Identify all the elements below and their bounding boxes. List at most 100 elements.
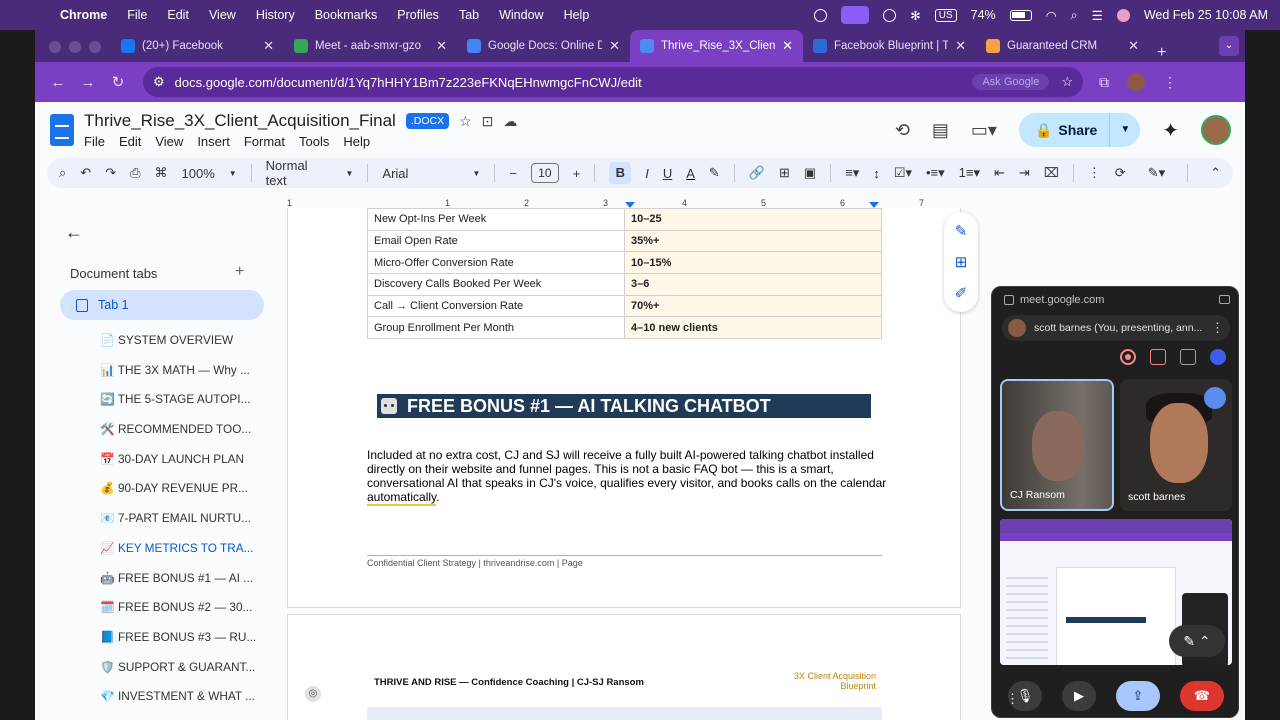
docs-menu-format[interactable]: Format [244,134,285,149]
ruler[interactable]: 1 1 2 3 4 5 6 7 [287,198,961,208]
outline-item[interactable]: 🗓️ FREE BONUS #2 — 30... [100,593,275,623]
docs-menu-help[interactable]: Help [343,134,370,149]
menu-tab[interactable]: Tab [459,8,479,22]
version-history-icon[interactable]: ⟲ [895,120,910,141]
table-row[interactable]: Micro-Offer Conversion Rate 10–15% [367,251,882,275]
comments-icon[interactable]: ▤ [932,120,949,141]
outline-item[interactable]: 📄 SYSTEM OVERVIEW [100,326,275,356]
presenting-banner[interactable]: scott barnes (You, presenting, ann... ⋮ [1002,315,1230,341]
close-tab-icon[interactable]: ✕ [436,38,447,54]
outline-item[interactable]: 🛠️ RECOMMENDED TOO... [100,415,275,445]
menu-view[interactable]: View [209,8,236,22]
gemini-notes-icon[interactable] [1210,349,1226,365]
control-center-icon[interactable]: ☰ [1092,8,1103,23]
close-tab-icon[interactable]: ✕ [955,38,966,54]
cloud-status-icon[interactable]: ☁ [503,113,517,130]
document-page-2[interactable]: THRIVE AND RISE — Confidence Coaching | … [287,614,961,720]
docs-menu-tools[interactable]: Tools [299,134,329,149]
ask-google-chip[interactable]: Ask Google [972,74,1050,90]
docs-menu-file[interactable]: File [84,134,105,149]
more-options-icon[interactable]: ⋮ [1088,165,1101,181]
new-tab-button[interactable]: + [1157,44,1166,62]
camera-icon[interactable]: ▶ [1062,681,1096,711]
participant-tile-scott[interactable]: scott barnes [1120,379,1232,511]
recording-icon[interactable] [1120,349,1136,365]
outline-item[interactable]: 🛡️ SUPPORT & GUARANT... [100,653,275,683]
bonus-heading[interactable]: FREE BONUS #1 — AI TALKING CHATBOT [377,394,871,418]
clock[interactable]: Wed Feb 25 10:08 AM [1144,8,1268,22]
accessibility-icon[interactable]: ◎ [305,686,321,702]
editing-mode-icon[interactable]: ✎▾ [1148,165,1165,181]
record-icon[interactable] [814,8,828,22]
tab-search-button[interactable]: ⌄ [1219,36,1239,56]
bonus-paragraph[interactable]: Included at no extra cost, CJ and SJ wil… [367,448,887,506]
extensions-icon[interactable]: ⧉ [1099,74,1109,91]
outline-item[interactable]: 📈 KEY METRICS TO TRA... [100,534,275,564]
metric-value[interactable]: 4–10 new clients [624,316,882,340]
font-size-input[interactable]: 10 [530,163,559,183]
chevron-up-icon[interactable]: ⌃ [1210,165,1221,181]
clear-formatting-icon[interactable]: ⌧ [1044,165,1059,181]
menu-app[interactable]: Chrome [60,8,107,22]
menu-profiles[interactable]: Profiles [397,8,439,22]
meet-icon[interactable]: ▭▾ [971,120,997,141]
browser-tab[interactable]: Google Docs: Online Doc ✕ [457,30,630,62]
url-bar[interactable]: ⚙ docs.google.com/document/d/1Yq7hHHY1Bm… [143,67,1083,97]
bookmark-star-icon[interactable]: ☆ [1061,74,1073,90]
menu-history[interactable]: History [256,8,295,22]
print-icon[interactable]: ⎙ [130,165,140,181]
meet-pip-window[interactable]: meet.google.com scott barnes (You, prese… [991,286,1239,718]
browser-tab[interactable]: (20+) Facebook ✕ [111,30,284,62]
share-stop-icon[interactable] [1150,349,1166,365]
url-text[interactable]: docs.google.com/document/d/1Yq7hHHY1Bm7z… [175,75,642,90]
present-icon[interactable]: ⇪ [1116,681,1160,711]
bold-icon[interactable]: B [609,162,632,184]
text-color-icon[interactable]: A [686,166,695,181]
close-tab-icon[interactable]: ✕ [782,38,793,54]
add-comment-icon[interactable]: ⊞ [779,165,790,181]
forward-button[interactable]: → [75,74,101,91]
highlight-icon[interactable]: ✎ [709,165,720,181]
page-footer[interactable]: Confidential Client Strategy | thriveand… [367,558,583,568]
document-page[interactable]: New Opt-Ins Per Week 10–25 Email Open Rate… [287,208,961,608]
docs-menu-insert[interactable]: Insert [197,134,230,149]
site-info-icon[interactable]: ⚙ [153,74,165,90]
more-icon[interactable]: ⋮ [1211,320,1224,336]
chrome-menu-icon[interactable]: ⋮ [1163,74,1177,91]
menu-window[interactable]: Window [499,8,543,22]
italic-icon[interactable]: I [645,166,649,181]
line-spacing-icon[interactable]: ↕ [873,166,880,181]
page-header-right[interactable]: 3X Client Acquisition Blueprint [786,671,876,691]
gemini-icon[interactable]: ✦ [1162,118,1179,143]
suggest-edit-icon[interactable]: ✐ [955,284,968,302]
menu-edit[interactable]: Edit [167,8,189,22]
keyboard-layout[interactable]: US [934,8,957,22]
add-comment-float-icon[interactable]: ⊞ [955,253,968,271]
font-select[interactable]: Arial ▼ [382,166,480,181]
document-title[interactable]: Thrive_Rise_3X_Client_Acquisition_Final [84,111,396,131]
participant-tile-cj[interactable]: CJ Ransom [1000,379,1114,511]
insert-image-icon[interactable]: ▣ [804,165,816,181]
annotate-button[interactable]: ✎ ⌃ [1169,625,1225,657]
undo-icon[interactable]: ↶ [80,165,91,181]
paint-format-icon[interactable]: ⌘ [155,165,168,181]
close-tab-icon[interactable]: ✕ [263,38,274,54]
outline-item[interactable]: 🤖 FREE BONUS #1 — AI ... [100,564,275,594]
metric-label[interactable]: Group Enrollment Per Month [367,316,625,340]
metric-value[interactable]: 70%+ [624,294,882,318]
zoom-select[interactable]: 100% ▼ [182,166,237,181]
metric-label[interactable]: Call → Client Conversion Rate [367,294,625,318]
share-dropdown-icon[interactable]: ▼ [1109,113,1140,147]
sparkle-icon[interactable]: ✻ [910,8,920,23]
docs-menu-edit[interactable]: Edit [119,134,141,149]
outline-item[interactable]: 💰 90-DAY REVENUE PR... [100,474,275,504]
battery-icon[interactable] [1009,9,1032,21]
table-row[interactable]: Email Open Rate 35%+ [367,229,882,253]
account-avatar[interactable] [1201,115,1231,145]
back-to-tab-icon[interactable] [1219,295,1230,304]
metric-value[interactable]: 10–15% [624,251,882,275]
reload-button[interactable]: ↻ [105,73,131,91]
add-tab-icon[interactable]: + [235,263,244,281]
hang-up-icon[interactable]: ☎ [1180,681,1224,711]
metric-label[interactable]: Micro-Offer Conversion Rate [367,251,625,275]
